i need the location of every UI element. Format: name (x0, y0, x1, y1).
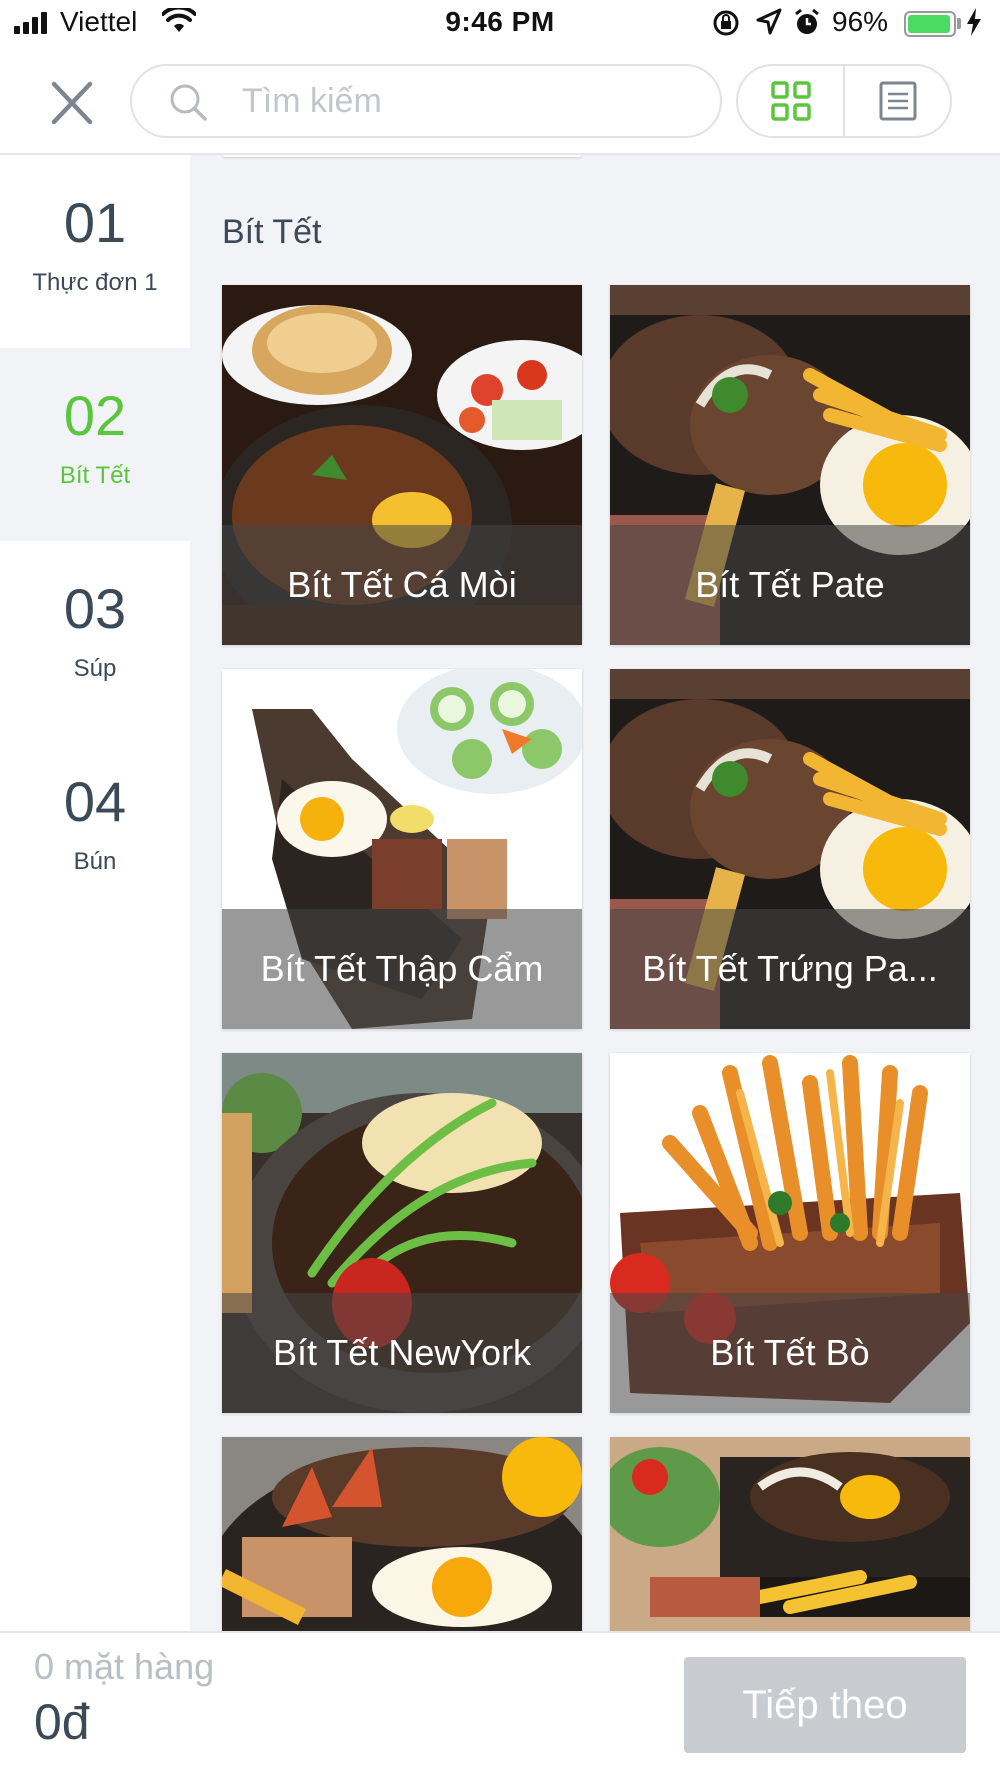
grid-view-button[interactable] (738, 66, 845, 136)
sidebar-item-bun[interactable]: 04 Bún (0, 734, 190, 927)
menu-item-name: Bít Tết Bò (610, 1293, 970, 1413)
category-label: Súp (73, 655, 117, 682)
menu-item-card[interactable]: Bít Tết Trứng Pa... (610, 669, 970, 1029)
category-label: Bún (73, 848, 117, 875)
status-bar: Viettel 9:46 PM 96% (0, 0, 1000, 50)
menu-item-name: Bít Tết NewYork (222, 1293, 582, 1413)
menu-item-name: Bít Tết Pate (610, 525, 970, 645)
previous-item-card-edge (222, 155, 582, 157)
menu-item-name: Bít Tết Cá Mòi (222, 525, 582, 645)
search-bar[interactable] (130, 64, 722, 138)
grid-view-icon (770, 81, 811, 121)
menu-item-name: Bít Tết Trứng Pa... (610, 909, 970, 1029)
search-input[interactable] (242, 66, 702, 136)
category-label: Thực đơn 1 (32, 269, 158, 296)
menu-item-card[interactable]: Bít Tết NewYork (222, 1053, 582, 1413)
category-number: 02 (63, 384, 127, 447)
category-number: 01 (63, 191, 127, 254)
sidebar-item-bit-tet[interactable]: 02 Bít Tết (0, 348, 190, 541)
total-price: 0đ (34, 1694, 90, 1750)
next-button[interactable]: Tiếp theo (684, 1657, 966, 1753)
menu-content: Bít Tết Bít Tết Cá Mòi Bít Tết Pate Bít … (190, 155, 1000, 1631)
sidebar-item-thuc-don-1[interactable]: 01 Thực đơn 1 (0, 155, 190, 348)
menu-item-card[interactable]: Bít Tết Bò (610, 1053, 970, 1413)
battery-percent: 96% (832, 6, 889, 37)
alarm-icon (795, 8, 819, 34)
category-label: Bít Tết (59, 462, 131, 489)
menu-item-name: Bít Tết Thập Cẩm (222, 909, 582, 1029)
search-icon (170, 84, 207, 121)
item-count: 0 mặt hàng (34, 1646, 215, 1687)
category-number: 03 (63, 577, 127, 640)
category-sidebar: 01 Thực đơn 1 02 Bít Tết 03 Súp 04 Bún (0, 155, 190, 1631)
menu-item-card[interactable]: Bít Tết Pate (610, 285, 970, 645)
menu-item-card[interactable]: Bít Tết Thập Cẩm (222, 669, 582, 1029)
sidebar-item-sup[interactable]: 03 Súp (0, 541, 190, 734)
location-icon (756, 8, 782, 35)
menu-item-card[interactable] (610, 1437, 970, 1631)
close-icon[interactable] (44, 80, 104, 130)
category-number: 04 (63, 770, 127, 833)
charging-icon (967, 8, 981, 36)
rotation-lock-icon (713, 10, 739, 36)
battery-tip (957, 18, 961, 29)
food-photo (610, 1437, 970, 1631)
section-title: Bít Tết (222, 213, 322, 251)
menu-item-card[interactable]: Bít Tết Cá Mòi (222, 285, 582, 645)
menu-item-card[interactable] (222, 1437, 582, 1631)
battery-icon (904, 11, 956, 37)
food-photo (222, 1437, 582, 1631)
view-toggle (736, 64, 952, 138)
list-view-icon (879, 81, 916, 121)
list-view-button[interactable] (845, 66, 950, 136)
